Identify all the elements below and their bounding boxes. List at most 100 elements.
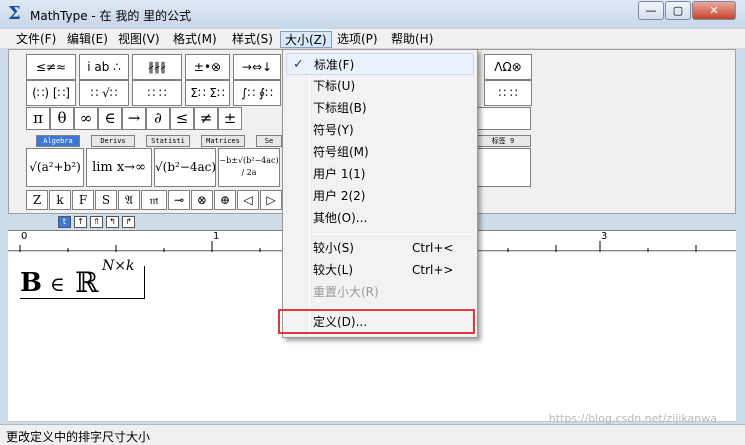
size-item-label: 下标(U) (313, 79, 356, 93)
size-item-label: 用户 1(1) (313, 167, 366, 181)
template-quadratic-formula[interactable]: −b±√(b²−4ac) / 2a (218, 148, 280, 187)
symbol-plus-minus[interactable]: ± (218, 107, 242, 130)
size-item-user-2[interactable]: 用户 2(2) (286, 185, 474, 207)
ruler-mark-3: 3 (601, 231, 608, 242)
menu-style[interactable]: 样式(S) (228, 31, 277, 48)
ruler-mark-0: 0 (21, 231, 28, 242)
tab-sets[interactable]: Se (256, 135, 282, 147)
palette-operators[interactable]: ±•⊗ (185, 54, 230, 80)
palette-scripts[interactable]: ∷ ∷ (132, 80, 182, 106)
equation[interactable]: B ∈ ℝ N×k (20, 258, 145, 299)
palette-integrals[interactable]: ∫∷ ∮∷ (233, 80, 281, 106)
title-bar: Σ MathType - 在 我的 里的公式 — ▢ ✕ (0, 0, 745, 29)
size-item-other[interactable]: 其他(O)... (286, 207, 474, 229)
size-item-reset: 重置小大(R) (286, 281, 474, 303)
equation-real-set: ℝ (75, 266, 99, 299)
symbol-leq[interactable]: ≤ (170, 107, 194, 130)
size-item-standard[interactable]: ✓ 标准(F) (286, 53, 474, 75)
maximize-button[interactable]: ▢ (665, 1, 691, 20)
template-slot-empty[interactable] (475, 148, 531, 187)
close-button[interactable]: ✕ (692, 1, 736, 20)
size-item-sub-symbol[interactable]: 符号组(M) (286, 141, 474, 163)
menu-view[interactable]: 视图(V) (114, 31, 164, 48)
small-symbol-f[interactable]: F (72, 190, 94, 210)
menu-edit[interactable]: 编辑(E) (63, 31, 112, 48)
small-symbol-otimes[interactable]: ⊗ (191, 190, 213, 210)
tab-derivs[interactable]: Derivs (91, 135, 135, 147)
status-bar: 更改定义中的排字尺寸大小 (0, 424, 745, 445)
symbol-element-of[interactable]: ∈ (98, 107, 122, 130)
small-symbol-multimap[interactable]: ⊸ (168, 190, 190, 210)
small-symbol-fraktur-a[interactable]: 𝔄 (118, 190, 140, 210)
menu-bar: 文件(F) 编辑(E) 视图(V) 格式(M) 样式(S) 大小(Z) 选项(P… (0, 29, 745, 49)
tab-matrices[interactable]: Matrices (201, 135, 245, 147)
small-symbol-fraktur-m[interactable]: 𝔪 (141, 190, 167, 210)
symbol-slot-empty[interactable] (475, 107, 531, 130)
small-symbol-z[interactable]: Z (26, 190, 48, 210)
minimize-button[interactable]: — (638, 1, 664, 20)
window-title: MathType - 在 我的 里的公式 (30, 9, 192, 23)
palette-spaces[interactable]: i ab ∴ (79, 54, 129, 80)
palette-greek-upper[interactable]: ΛΩ⊗ (484, 54, 532, 80)
small-symbol-s[interactable]: S (95, 190, 117, 210)
equation-superscript: N×k (102, 258, 135, 274)
palette-matrices[interactable]: ∷ ∷ (484, 80, 532, 106)
size-item-larger[interactable]: 较大(L) Ctrl+> (286, 259, 474, 281)
palette-fences[interactable]: (∷) [∷] (26, 80, 76, 106)
menu-format[interactable]: 格式(M) (169, 31, 221, 48)
template-limit[interactable]: lim x→∞ (86, 148, 152, 187)
menu-separator (313, 234, 475, 235)
mathtype-sigma-icon: Σ (8, 3, 21, 24)
symbol-theta[interactable]: θ (50, 107, 74, 130)
palette-relations[interactable]: ≤≠≈ (26, 54, 76, 80)
symbol-pi[interactable]: π (26, 107, 50, 130)
nudge-right-up-button[interactable]: ↱ (122, 216, 135, 228)
size-item-label: 其他(O)... (313, 211, 368, 225)
size-item-symbol[interactable]: 符号(Y) (286, 119, 474, 141)
template-sqrt-sum[interactable]: √(a²+b²) (26, 148, 84, 187)
symbol-neq[interactable]: ≠ (194, 107, 218, 130)
nudge-left-up-button[interactable]: ↰ (106, 216, 119, 228)
nudge-up-double-button[interactable]: ⇑ (90, 216, 103, 228)
highlight-box (278, 309, 475, 334)
small-symbol-k[interactable]: k (49, 190, 71, 210)
symbol-arrow[interactable]: → (122, 107, 146, 130)
size-item-label: 下标组(B) (313, 101, 367, 115)
tab-statistics[interactable]: Statisti (146, 135, 190, 147)
nudge-tab-button[interactable]: t (58, 216, 71, 228)
size-item-label: 标准(F) (314, 58, 355, 72)
small-symbol-triangle-left[interactable]: ◁ (237, 190, 259, 210)
palette-embellishments[interactable]: ∦∦∦ (132, 54, 182, 80)
symbol-partial[interactable]: ∂ (146, 107, 170, 130)
size-item-label: 用户 2(2) (313, 189, 366, 203)
size-item-smaller[interactable]: 较小(S) Ctrl+< (286, 237, 474, 259)
size-item-label: 较大(L) (313, 263, 354, 277)
size-item-label: 重置小大(R) (313, 285, 379, 299)
symbol-infinity[interactable]: ∞ (74, 107, 98, 130)
small-symbol-oplus[interactable]: ⊕ (214, 190, 236, 210)
tab-algebra[interactable]: Algebra (36, 135, 80, 147)
equation-underline (20, 298, 144, 299)
checkmark-icon: ✓ (293, 57, 304, 72)
tab-label-9[interactable]: 标签 9 (475, 135, 531, 147)
template-sqrt-discriminant[interactable]: √(b²−4ac) (154, 148, 216, 187)
equation-bold-b: B (20, 268, 42, 298)
menu-size[interactable]: 大小(Z) (280, 31, 332, 48)
small-symbol-triangle-right[interactable]: ▷ (260, 190, 282, 210)
nudge-up-button[interactable]: ↑ (74, 216, 87, 228)
palette-sums[interactable]: Σ∷ Σ∷ (185, 80, 230, 106)
palette-fractions[interactable]: ∷ √∷ (79, 80, 129, 106)
size-item-sub-subscript[interactable]: 下标组(B) (286, 97, 474, 119)
menu-help[interactable]: 帮助(H) (387, 31, 437, 48)
ruler-mark-1: 1 (213, 231, 220, 242)
size-item-label: 符号(Y) (313, 123, 354, 137)
size-item-label: 较小(S) (313, 241, 354, 255)
menu-file[interactable]: 文件(F) (12, 31, 60, 48)
menu-options[interactable]: 选项(P) (333, 31, 382, 48)
equation-element-of: ∈ (50, 272, 65, 296)
size-item-subscript[interactable]: 下标(U) (286, 75, 474, 97)
size-item-user-1[interactable]: 用户 1(1) (286, 163, 474, 185)
shortcut-text: Ctrl+> (412, 263, 454, 277)
palette-arrows[interactable]: →⇔↓ (233, 54, 281, 80)
status-text: 更改定义中的排字尺寸大小 (6, 430, 151, 444)
